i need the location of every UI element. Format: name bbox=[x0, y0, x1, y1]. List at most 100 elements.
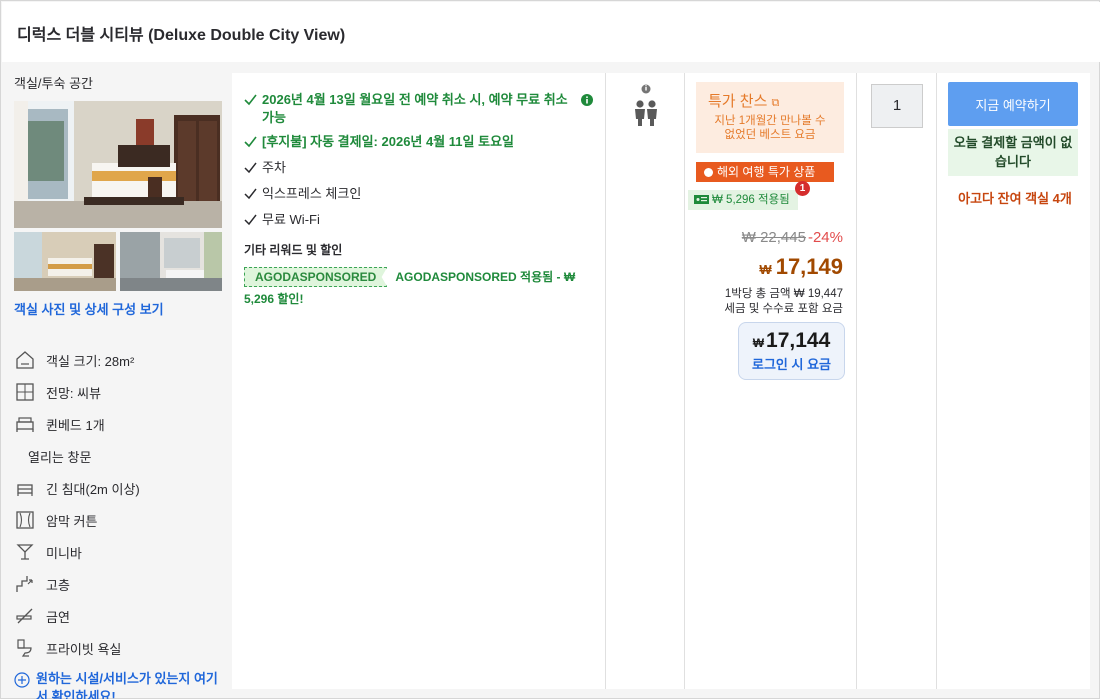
amenity-label: 긴 침대(2m 이상) bbox=[46, 481, 140, 497]
room-thumbnails bbox=[14, 232, 224, 291]
amenity-list: 객실 크기: 28m² 전망: 씨뷰 퀸베드 1개 열리는 창문 긴 침대(2m… bbox=[14, 344, 224, 664]
bedroom-photo-image bbox=[14, 101, 222, 228]
coupon-applied-badge[interactable]: ₩ 5,296 적용됨 bbox=[688, 190, 798, 210]
pay-later-benefit: [후지불] 자동 결제일: 2026년 4월 11일 토요일 bbox=[244, 133, 593, 153]
check-icon bbox=[244, 187, 258, 205]
price-column: 특가 찬스 ⧉ 지난 1개월간 만나볼 수 없었던 베스트 요금 해외 여행 특… bbox=[685, 73, 857, 689]
amenity-label: 미니바 bbox=[46, 545, 82, 561]
room-info-panel: 객실/투숙 공간 객실 사진 및 상세 구성 보기 객실 크기: 28m² 전망… bbox=[14, 73, 224, 699]
check-icon bbox=[244, 135, 258, 153]
room-size-icon bbox=[14, 349, 36, 371]
express-checkin-text: 익스프레스 체크인 bbox=[262, 186, 362, 201]
amenity-label: 열리는 창문 bbox=[28, 449, 92, 465]
special-deal-title: 특가 찬스 ⧉ bbox=[708, 93, 780, 110]
coupon-count-badge: 1 bbox=[795, 181, 810, 196]
other-rewards-title: 기타 리워드 및 할인 bbox=[244, 243, 343, 257]
view-room-photos-link[interactable]: 객실 사진 및 상세 구성 보기 bbox=[14, 299, 224, 318]
amenity-label: 금연 bbox=[46, 609, 70, 625]
room-section-title: 객실/투숙 공간 bbox=[14, 76, 93, 91]
wifi-benefit: 무료 Wi-Fi bbox=[244, 211, 593, 231]
login-price-label: 로그인 시 요금 bbox=[752, 357, 831, 372]
benefits-column: 2026년 4월 13일 월요일 전 예약 취소 시, 예약 무료 취소 가능 … bbox=[232, 73, 606, 689]
special-deal-subtitle: 지난 1개월간 만나볼 수 없었던 베스트 요금 bbox=[714, 115, 826, 141]
room-thumbnail[interactable] bbox=[14, 232, 116, 291]
long-bed-icon bbox=[14, 477, 36, 499]
free-cancellation-text: 2026년 4월 13일 월요일 전 예약 취소 시, 예약 무료 취소 가능 bbox=[262, 92, 568, 125]
amenity-label: 전망: 씨뷰 bbox=[46, 385, 102, 401]
amenity-opening-window: 열리는 창문 bbox=[14, 440, 224, 472]
amenity-view: 전망: 씨뷰 bbox=[14, 376, 224, 408]
amenity-bed: 퀸베드 1개 bbox=[14, 408, 224, 440]
amenity-label: 퀸베드 1개 bbox=[46, 417, 105, 433]
occupancy-indicator[interactable] bbox=[631, 83, 661, 132]
amenity-label: 고층 bbox=[46, 577, 70, 593]
no-smoking-icon bbox=[14, 605, 36, 627]
amenity-private-bathroom: 프라이빗 욕실 bbox=[14, 632, 224, 664]
wifi-text: 무료 Wi-Fi bbox=[262, 212, 320, 227]
price-total-info: 1박당 총 금액 ₩ 19,447 세금 및 수수료 포함 요금 bbox=[724, 287, 843, 317]
curtain-icon bbox=[14, 509, 36, 531]
promo-tag: AGODASPONSORED bbox=[244, 267, 388, 287]
parking-benefit: 주차 bbox=[244, 159, 593, 179]
high-floor-icon bbox=[14, 573, 36, 595]
total-per-night: 1박당 총 금액 ₩ 19,447 bbox=[724, 288, 843, 300]
express-checkin-benefit: 익스프레스 체크인 bbox=[244, 185, 593, 205]
current-price: ₩17,149 bbox=[759, 254, 843, 280]
oversea-deal-badge: 해외 여행 특가 상품 bbox=[696, 162, 834, 182]
login-price-box[interactable]: ₩17,144 로그인 시 요금 bbox=[738, 322, 845, 380]
original-price-value: ₩ 22,445 bbox=[741, 229, 806, 246]
book-now-button[interactable]: 지금 예약하기 bbox=[948, 82, 1078, 126]
window-view-icon bbox=[14, 381, 36, 403]
amenity-search-text: 원하는 시설/서비스가 있는지 여기서 확인하세요! bbox=[36, 671, 218, 699]
toilet-icon bbox=[14, 637, 36, 659]
amenity-label: 객실 크기: 28m² bbox=[46, 353, 135, 369]
amenity-room-size: 객실 크기: 28m² bbox=[14, 344, 224, 376]
info-icon[interactable] bbox=[581, 93, 593, 111]
amenity-label: 프라이빗 욕실 bbox=[46, 641, 122, 657]
currency-symbol: ₩ bbox=[752, 336, 765, 350]
booking-column: 지금 예약하기 오늘 결제할 금액이 없습니다 아고다 잔여 객실 4개 bbox=[937, 73, 1090, 689]
login-price-value: 17,144 bbox=[766, 329, 831, 352]
room-quantity-select[interactable]: 1 bbox=[871, 84, 923, 128]
free-cancellation-benefit: 2026년 4월 13일 월요일 전 예약 취소 시, 예약 무료 취소 가능 bbox=[244, 91, 593, 127]
room-card: 디럭스 더블 시티뷰 (Deluxe Double City View) 객실/… bbox=[0, 0, 1100, 699]
offer-table: 2026년 4월 13일 월요일 전 예약 취소 시, 예약 무료 취소 가능 … bbox=[232, 73, 1090, 689]
pay-later-text: [후지불] 자동 결제일: 2026년 4월 11일 토요일 bbox=[262, 134, 514, 149]
plus-circle-icon bbox=[14, 672, 30, 688]
minibar-icon bbox=[14, 541, 36, 563]
bed-icon bbox=[14, 413, 36, 435]
room-main-photo[interactable] bbox=[14, 101, 222, 228]
amenity-label: 암막 커튼 bbox=[46, 513, 98, 529]
no-payment-today-note: 오늘 결제할 금액이 없습니다 bbox=[948, 129, 1078, 176]
check-icon bbox=[244, 93, 258, 111]
current-price-value: 17,149 bbox=[775, 254, 843, 279]
amenity-high-floor: 고층 bbox=[14, 568, 224, 600]
discount-percent: -24% bbox=[807, 229, 843, 246]
login-price: ₩17,144 bbox=[739, 329, 844, 353]
parking-text: 주차 bbox=[262, 160, 286, 175]
bathroom-thumbnail-image bbox=[120, 232, 222, 291]
check-icon bbox=[244, 161, 258, 179]
bedroom-thumbnail-image bbox=[14, 232, 116, 291]
room-title: 디럭스 더블 시티뷰 (Deluxe Double City View) bbox=[17, 27, 346, 44]
taxes-included-note: 세금 및 수수료 포함 요금 bbox=[724, 303, 843, 315]
occupancy-column bbox=[606, 73, 685, 689]
amenity-no-smoking: 금연 bbox=[14, 600, 224, 632]
rooms-left-notice: 아고다 잔여 객실 4개 bbox=[958, 191, 1072, 206]
promo-row: AGODASPONSORED AGODASPONSORED 적용됨 - ₩ 5,2… bbox=[244, 266, 593, 310]
amenity-search-link[interactable]: 원하는 시설/서비스가 있는지 여기서 확인하세요! bbox=[14, 670, 224, 699]
check-icon bbox=[244, 213, 258, 231]
room-header: 디럭스 더블 시티뷰 (Deluxe Double City View) bbox=[2, 2, 1100, 62]
amenity-long-bed: 긴 침대(2m 이상) bbox=[14, 472, 224, 504]
amenity-minibar: 미니바 bbox=[14, 536, 224, 568]
tag-icon bbox=[704, 168, 713, 177]
room-thumbnail[interactable] bbox=[120, 232, 222, 291]
external-link-icon[interactable]: ⧉ bbox=[772, 97, 780, 109]
coupon-icon bbox=[694, 192, 709, 212]
currency-symbol: ₩ bbox=[759, 262, 772, 277]
amenity-curtain: 암막 커튼 bbox=[14, 504, 224, 536]
guests-icon bbox=[635, 84, 657, 126]
original-price: ₩ 22,445 -24% bbox=[742, 229, 843, 246]
special-deal-box: 특가 찬스 ⧉ 지난 1개월간 만나볼 수 없었던 베스트 요금 bbox=[696, 82, 844, 153]
quantity-column: 1 bbox=[857, 73, 937, 689]
